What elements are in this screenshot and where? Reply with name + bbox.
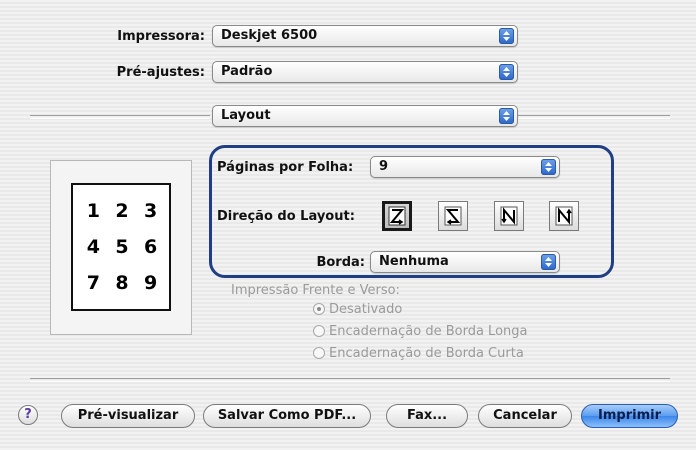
save-as-pdf-button[interactable]: Salvar Como PDF... xyxy=(203,404,371,428)
preview-page-number: 5 xyxy=(115,236,129,258)
print-button[interactable]: Imprimir xyxy=(581,404,678,428)
pages-per-sheet-value: 9 xyxy=(379,159,389,174)
presets-popup[interactable]: Padrão xyxy=(212,61,518,83)
radio-icon xyxy=(313,347,325,359)
direction-z-button[interactable] xyxy=(382,201,412,231)
preview-page-number: 6 xyxy=(144,236,158,258)
popup-arrows-icon xyxy=(541,254,556,270)
panel-popup[interactable]: Layout xyxy=(212,105,518,127)
layout-preview-page: 1 2 3 4 5 6 7 8 9 xyxy=(71,183,171,311)
preview-page-number: 7 xyxy=(86,272,100,294)
popup-arrows-icon xyxy=(499,28,514,44)
preview-page-number: 1 xyxy=(86,200,100,222)
reverse-z-order-icon xyxy=(444,206,462,226)
duplex-option-label: Desativado xyxy=(329,302,403,317)
separator-right xyxy=(518,115,670,119)
help-button[interactable]: ? xyxy=(18,405,38,425)
pages-per-sheet-label: Páginas por Folha: xyxy=(217,160,354,175)
panel-value: Layout xyxy=(221,108,271,123)
separator-left xyxy=(30,115,210,119)
duplex-option-short-edge[interactable]: Encadernação de Borda Curta xyxy=(313,346,524,361)
preview-page-number: 8 xyxy=(115,272,129,294)
presets-label: Pré-ajustes: xyxy=(116,65,205,80)
n-order-icon xyxy=(555,206,573,226)
popup-arrows-icon xyxy=(541,159,556,175)
duplex-option-label: Encadernação de Borda Longa xyxy=(329,324,528,339)
radio-icon xyxy=(313,325,325,337)
printer-label: Impressora: xyxy=(117,29,205,44)
duplex-option-long-edge[interactable]: Encadernação de Borda Longa xyxy=(313,324,528,339)
duplex-option-off[interactable]: Desativado xyxy=(313,302,402,317)
n-reverse-order-icon xyxy=(500,206,518,226)
direction-reverse-z-button[interactable] xyxy=(438,201,468,231)
cancel-button[interactable]: Cancelar xyxy=(478,404,572,428)
bottom-separator xyxy=(30,378,670,382)
border-value: Nenhuma xyxy=(379,254,449,269)
border-popup[interactable]: Nenhuma xyxy=(370,251,560,273)
pages-per-sheet-popup[interactable]: 9 xyxy=(370,156,560,178)
layout-preview-frame: 1 2 3 4 5 6 7 8 9 xyxy=(50,160,192,335)
preview-page-number: 3 xyxy=(144,200,158,222)
popup-arrows-icon xyxy=(499,108,514,124)
border-label: Borda: xyxy=(316,255,365,270)
preview-page-number: 4 xyxy=(86,236,100,258)
direction-n-button[interactable] xyxy=(549,201,579,231)
radio-selected-icon xyxy=(313,303,325,315)
printer-value: Deskjet 6500 xyxy=(221,28,318,43)
z-order-icon xyxy=(388,206,406,226)
preview-button[interactable]: Pré-visualizar xyxy=(61,404,195,428)
layout-direction-label: Direção do Layout: xyxy=(217,209,355,224)
preview-page-number: 2 xyxy=(115,200,129,222)
fax-button[interactable]: Fax... xyxy=(386,404,468,428)
presets-value: Padrão xyxy=(221,64,273,79)
printer-popup[interactable]: Deskjet 6500 xyxy=(212,25,518,47)
preview-page-number: 9 xyxy=(144,272,158,294)
direction-n-reverse-button[interactable] xyxy=(494,201,524,231)
duplex-label: Impressão Frente e Verso: xyxy=(231,283,400,298)
popup-arrows-icon xyxy=(499,64,514,80)
duplex-option-label: Encadernação de Borda Curta xyxy=(329,346,524,361)
